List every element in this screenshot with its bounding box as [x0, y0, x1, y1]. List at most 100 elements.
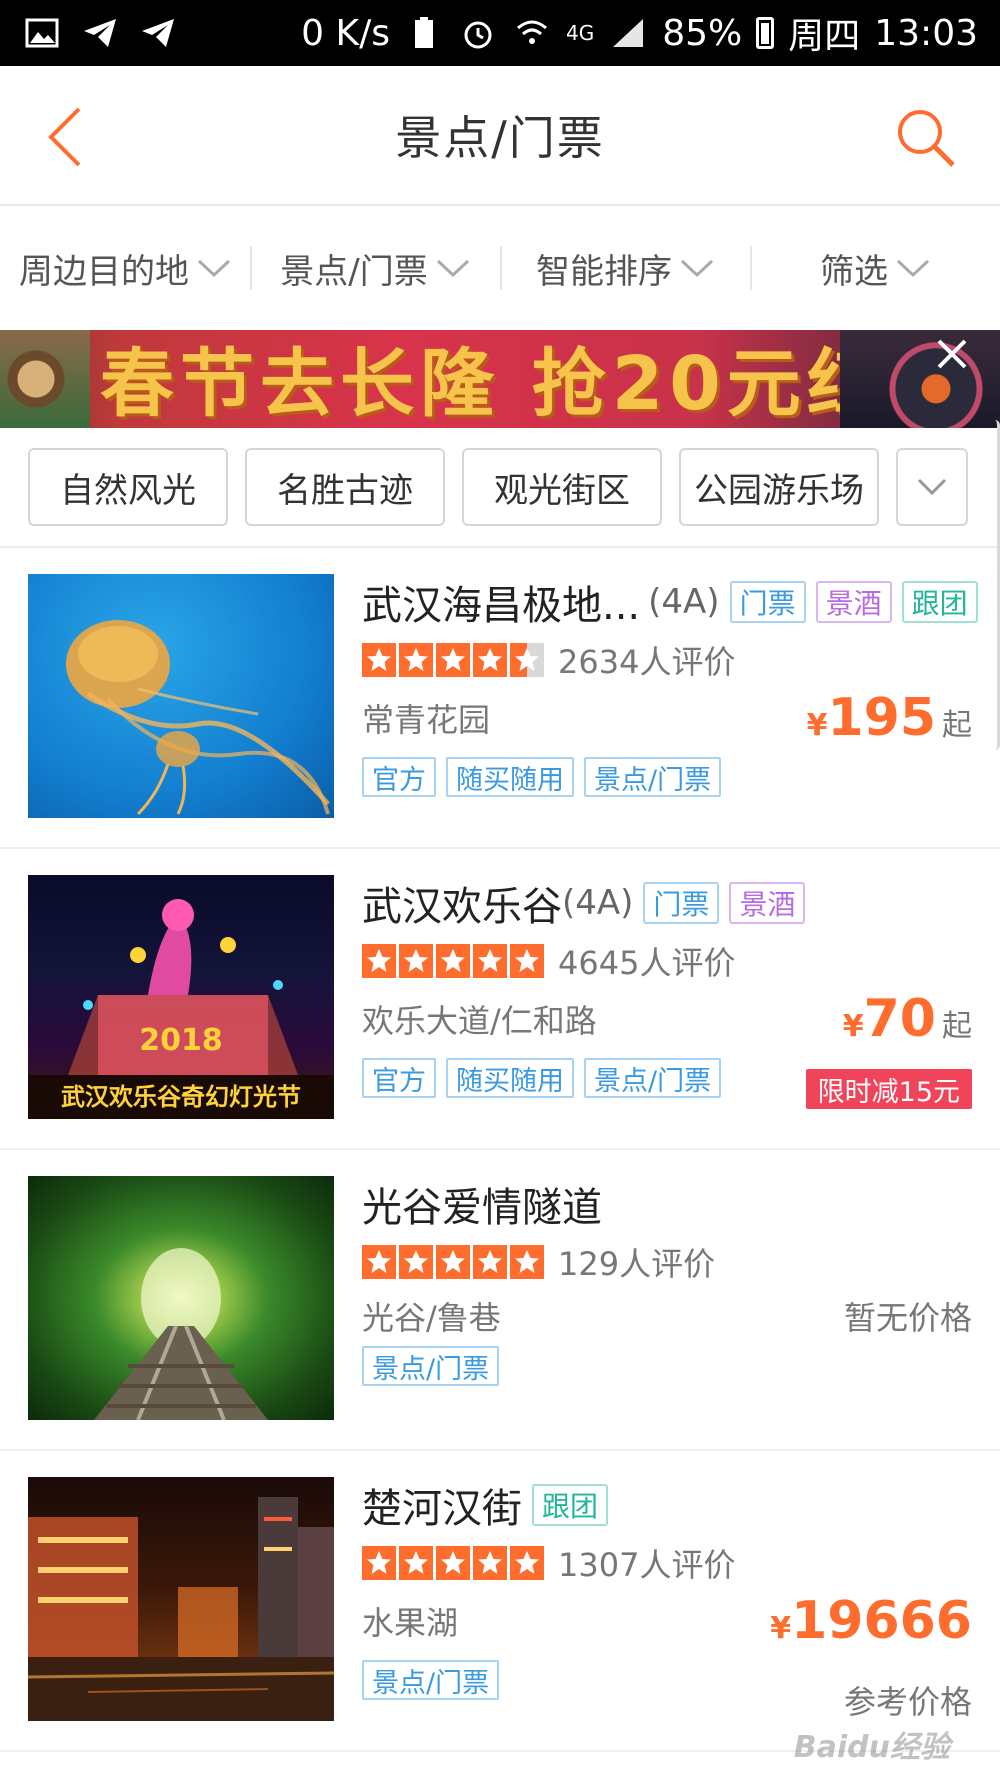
rating-stars — [362, 944, 544, 978]
list-item[interactable]: 光谷爱情隧道 129人评价 光谷/鲁巷 暂无价格 景点/门票 — [0, 1150, 1000, 1451]
chevron-down-icon — [436, 259, 469, 278]
review-count: 4645人评价 — [558, 944, 736, 982]
watermark-logo: Baidu经验 — [793, 1730, 950, 1765]
gallery-icon — [22, 13, 62, 53]
network-type: 4G — [565, 21, 595, 45]
ferris-wheel-image — [840, 330, 1000, 428]
item-name: 武汉海昌极地... — [362, 583, 641, 629]
chip-street[interactable]: 观光街区 — [462, 448, 662, 526]
service-tag: 景点/门票 — [584, 1058, 722, 1098]
item-thumbnail — [28, 574, 334, 818]
service-tag: 景点/门票 — [584, 757, 722, 797]
currency-symbol: ¥ — [842, 1009, 864, 1044]
star-icon — [436, 1245, 470, 1279]
rating-stars — [362, 643, 544, 677]
filter-screen[interactable]: 筛选 — [750, 238, 1000, 298]
filter-destination[interactable]: 周边目的地 — [0, 238, 250, 298]
rating-stars — [362, 1546, 544, 1580]
clock: 13:03 — [874, 12, 978, 54]
back-button[interactable] — [30, 102, 100, 172]
review-count: 129人评价 — [558, 1245, 716, 1283]
star-icon — [399, 643, 433, 677]
chip-nature[interactable]: 自然风光 — [28, 448, 228, 526]
star-icon — [362, 944, 396, 978]
item-level: (4A) — [648, 582, 720, 622]
chevron-down-icon — [917, 478, 947, 496]
tag-ticket: 门票 — [729, 581, 806, 623]
star-icon — [399, 1245, 433, 1279]
thumb-caption: 武汉欢乐谷奇幻灯光节 — [61, 1083, 301, 1111]
thumb-year: 2018 — [139, 1023, 223, 1058]
review-count: 2634人评价 — [558, 643, 736, 681]
close-icon — [937, 339, 967, 369]
promo-banner[interactable]: 春节去长隆 抢20元红包 — [0, 330, 1000, 428]
item-name: 武汉欢乐谷 — [362, 884, 562, 930]
price-amount: 70 — [863, 989, 936, 1049]
tag-group-tour: 跟团 — [532, 1484, 609, 1526]
star-icon — [399, 944, 433, 978]
item-area: 常青花园 — [362, 701, 491, 739]
item-area: 水果湖 — [362, 1604, 459, 1642]
star-icon — [510, 944, 544, 978]
header: 景点/门票 — [0, 66, 1000, 206]
banner-text: 春节去长隆 抢20元红包 — [100, 341, 967, 427]
price-amount: 195 — [827, 688, 936, 748]
battery-saver-icon — [404, 13, 444, 53]
filter-sort[interactable]: 智能排序 — [500, 238, 750, 298]
tag-hotel-package: 景酒 — [815, 581, 892, 623]
giraffe-image — [0, 330, 90, 428]
star-icon — [473, 944, 507, 978]
star-icon — [510, 1245, 544, 1279]
list-item[interactable]: 2018 武汉欢乐谷奇幻灯光节 武汉欢乐谷 (4A) 门票 景酒 4645人评价… — [0, 849, 1000, 1150]
item-thumbnail — [28, 1477, 334, 1721]
back-arrow-icon — [48, 107, 81, 167]
chips-expand-button[interactable] — [896, 448, 968, 526]
item-area: 光谷/鲁巷 — [362, 1299, 501, 1337]
rating-stars — [362, 1245, 544, 1279]
category-chips: 自然风光 名胜古迹 观光街区 公园游乐场 — [0, 428, 1000, 548]
star-icon — [510, 643, 544, 677]
star-icon — [473, 1546, 507, 1580]
star-icon — [510, 1546, 544, 1580]
list-item[interactable]: 武汉海昌极地... (4A) 门票 景酒 跟团 2634人评价 常青花园 ¥ 1… — [0, 548, 1000, 849]
item-name: 光谷爱情隧道 — [362, 1185, 602, 1231]
item-name: 楚河汉街 — [362, 1486, 522, 1532]
list-item[interactable]: 楚河汉街 跟团 1307人评价 水果湖 ¥ 19666 景点/门票 参考价格 — [0, 1451, 1000, 1752]
review-count: 1307人评价 — [558, 1546, 736, 1584]
star-icon — [362, 1546, 396, 1580]
chevron-down-icon — [896, 259, 930, 278]
service-tag: 官方 — [362, 1058, 436, 1098]
filter-label: 筛选 — [820, 251, 888, 292]
filter-category[interactable]: 景点/门票 — [250, 238, 500, 298]
chip-park[interactable]: 公园游乐场 — [679, 448, 879, 526]
weekday: 周四 — [788, 16, 861, 57]
price-suffix: 起 — [942, 708, 972, 743]
item-thumbnail — [28, 1176, 334, 1420]
search-button[interactable] — [890, 102, 960, 172]
promo-badge: 限时减15元 — [805, 1069, 972, 1109]
network-speed: 0 K/s — [301, 12, 390, 54]
tag-hotel-package: 景酒 — [729, 882, 806, 924]
price-amount: 19666 — [791, 1591, 972, 1651]
service-tag: 随买随用 — [446, 757, 574, 797]
banner-close-button[interactable] — [932, 334, 972, 374]
filter-label: 智能排序 — [536, 251, 672, 292]
filter-label: 周边目的地 — [19, 251, 189, 292]
service-tag: 官方 — [362, 757, 436, 797]
item-price: ¥ 19666 — [770, 1591, 972, 1651]
status-bar: 0 K/s 4G 85% 周四 13:03 — [0, 0, 1000, 66]
wifi-icon — [512, 13, 552, 53]
item-level: (4A) — [562, 883, 634, 923]
star-icon — [473, 643, 507, 677]
item-area: 欢乐大道/仁和路 — [362, 1002, 597, 1040]
service-tag: 景点/门票 — [362, 1346, 500, 1386]
currency-symbol: ¥ — [770, 1611, 792, 1646]
chevron-down-icon — [680, 259, 714, 278]
alarm-icon — [458, 13, 498, 53]
battery-percent: 85% — [662, 12, 743, 54]
no-price-label: 暂无价格 — [843, 1299, 972, 1337]
telegram-icon — [138, 13, 178, 53]
star-icon — [436, 1546, 470, 1580]
star-icon — [362, 1245, 396, 1279]
chip-historic[interactable]: 名胜古迹 — [245, 448, 445, 526]
